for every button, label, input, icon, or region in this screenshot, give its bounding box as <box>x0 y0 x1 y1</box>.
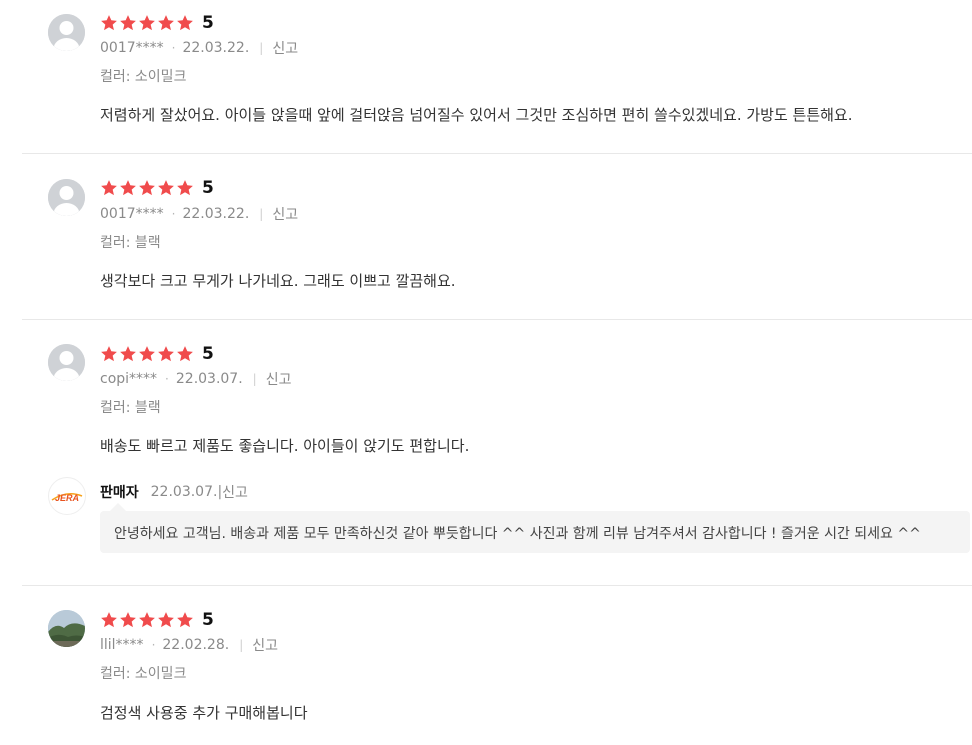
user-avatar <box>48 14 85 51</box>
review-meta: copi**** · 22.03.07. | 신고 <box>100 369 291 389</box>
review-meta: 0017**** · 22.03.22. | 신고 <box>100 204 298 224</box>
review-divider <box>22 585 972 586</box>
star-icon <box>119 345 137 363</box>
star-icon <box>176 611 194 629</box>
report-link[interactable]: 신고 <box>272 38 298 58</box>
review-divider <box>22 153 972 154</box>
product-option: 컬러: 소이밀크 <box>100 666 187 682</box>
landscape-photo-avatar <box>48 610 85 647</box>
rating-score: 5 <box>202 13 214 33</box>
meta-separator-bar: | <box>259 41 264 55</box>
review-date: 22.03.07. <box>175 371 243 387</box>
star-rating: 5 <box>100 609 214 631</box>
star-rating: 5 <box>100 343 214 365</box>
default-avatar-icon <box>48 179 85 216</box>
user-avatar <box>48 344 85 381</box>
star-icon <box>157 611 175 629</box>
star-icon <box>138 179 156 197</box>
review-text: 배송도 빠르고 제품도 좋습니다. 아이들이 앉기도 편합니다. <box>100 437 470 455</box>
star-icon <box>138 345 156 363</box>
seller-reply-meta: 판매자 22.03.07. | 신고 <box>100 482 248 502</box>
meta-separator-dot: · <box>171 207 176 221</box>
star-icon <box>119 611 137 629</box>
star-icon <box>176 345 194 363</box>
product-option: 컬러: 블랙 <box>100 235 161 251</box>
product-option: 컬러: 소이밀크 <box>100 69 187 85</box>
star-icon <box>100 179 118 197</box>
user-avatar <box>48 179 85 216</box>
meta-separator-dot: · <box>171 41 176 55</box>
review-text: 생각보다 크고 무게가 나가네요. 그래도 이쁘고 깔끔해요. <box>100 272 456 290</box>
review-meta: llil**** · 22.02.28. | 신고 <box>100 635 278 655</box>
seller-reply-text: 안녕하세요 고객님. 배송과 제품 모두 만족하신것 같아 뿌듯합니다 ^^ 사… <box>114 526 921 542</box>
star-rating: 5 <box>100 12 214 34</box>
seller-logo: JERA <box>48 477 86 515</box>
star-icon <box>119 179 137 197</box>
review-divider <box>22 319 972 320</box>
review-meta: 0017**** · 22.03.22. | 신고 <box>100 38 298 58</box>
meta-separator-dot: · <box>165 372 169 386</box>
user-avatar <box>48 610 85 647</box>
report-link[interactable]: 신고 <box>266 369 292 389</box>
star-icon <box>176 14 194 32</box>
star-icon <box>100 14 118 32</box>
report-link[interactable]: 신고 <box>222 482 248 502</box>
report-link[interactable]: 신고 <box>272 204 298 224</box>
rating-score: 5 <box>202 610 214 630</box>
review-text: 저렴하게 잘샀어요. 아이들 앉을때 앞에 걸터앉음 넘어질수 있어서 그것만 … <box>100 106 853 124</box>
review-text: 검정색 사용중 추가 구매해봅니다 <box>100 704 308 722</box>
review-date: 22.03.22. <box>182 40 250 56</box>
rating-score: 5 <box>202 344 214 364</box>
reviewer-id: copi**** <box>100 371 158 387</box>
default-avatar-icon <box>48 344 85 381</box>
product-option: 컬러: 블랙 <box>100 400 161 416</box>
star-icon <box>138 611 156 629</box>
star-icon <box>176 179 194 197</box>
reviewer-id: 0017**** <box>100 40 164 56</box>
svg-text:JERA: JERA <box>55 493 79 503</box>
star-rating: 5 <box>100 177 214 199</box>
star-icon <box>138 14 156 32</box>
review-date: 22.02.28. <box>162 637 230 653</box>
reviewer-id: llil**** <box>100 637 144 653</box>
star-icon <box>100 611 118 629</box>
review-date: 22.03.22. <box>182 206 250 222</box>
rating-score: 5 <box>202 178 214 198</box>
star-icon <box>157 345 175 363</box>
seller-name: 판매자 <box>100 485 139 501</box>
default-avatar-icon <box>48 14 85 51</box>
star-icon <box>157 14 175 32</box>
star-icon <box>157 179 175 197</box>
seller-reply-box: 안녕하세요 고객님. 배송과 제품 모두 만족하신것 같아 뿌듯합니다 ^^ 사… <box>100 503 970 553</box>
reviewer-id: 0017**** <box>100 206 164 222</box>
jera-logo-icon: JERA <box>51 492 83 503</box>
reply-date: 22.03.07. <box>150 484 218 500</box>
report-link[interactable]: 신고 <box>252 635 278 655</box>
meta-separator-dot: · <box>151 638 156 652</box>
star-icon <box>100 345 118 363</box>
meta-separator-bar: | <box>259 207 264 221</box>
star-icon <box>119 14 137 32</box>
meta-separator-bar: | <box>239 638 244 652</box>
meta-separator-bar: | <box>252 372 257 386</box>
